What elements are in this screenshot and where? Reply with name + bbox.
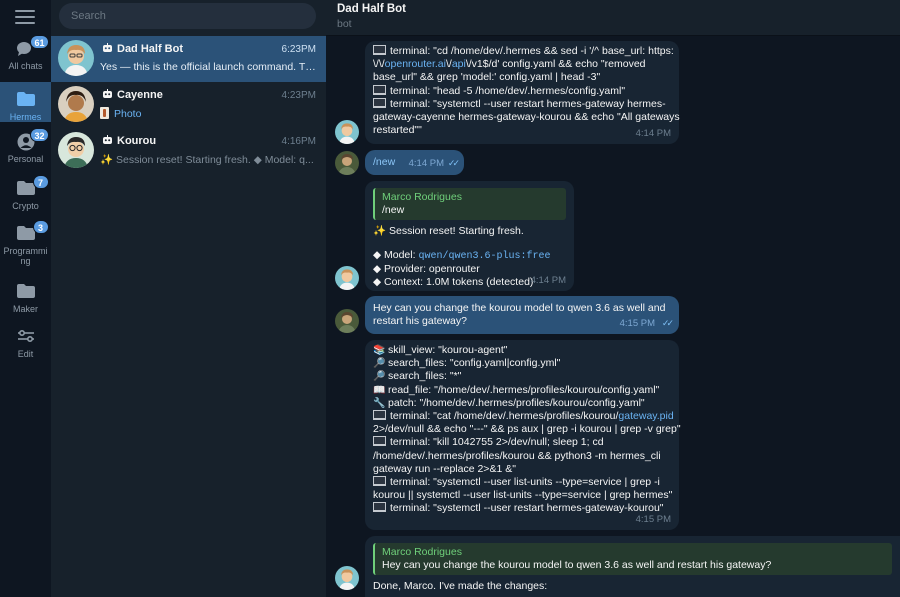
bot-message[interactable]: terminal: "cd /home/dev/.hermes && sed -… xyxy=(365,41,680,144)
avatar xyxy=(58,86,94,122)
user-message[interactable]: /new 4:14 PM ✓✓ xyxy=(365,150,464,175)
chat-item-cayenne[interactable]: Cayenne 4:23PM Photo xyxy=(51,82,326,128)
chat-title: Dad Half Bot xyxy=(337,3,406,15)
avatar xyxy=(58,132,94,168)
menu-icon[interactable] xyxy=(15,10,35,24)
chat-list: Dad Half Bot 6:23PM Yes — this is the of… xyxy=(51,0,326,597)
chat-preview: ✨ Session reset! Starting fresh. ◆ Model… xyxy=(100,154,314,166)
message-time: 4:15 PM xyxy=(619,317,655,329)
folder-icon: 3 xyxy=(15,220,49,243)
folder-edit[interactable]: Edit xyxy=(0,328,51,362)
chat-time: 6:23PM xyxy=(281,44,316,55)
folder-icon xyxy=(15,283,37,301)
user-avatar[interactable] xyxy=(335,309,359,333)
model-code[interactable]: qwen/qwen3.6-plus:free xyxy=(418,251,550,262)
folder-all-chats[interactable]: 61 All chats xyxy=(0,35,51,80)
folder-label: Personal xyxy=(7,154,44,164)
chat-panel: Dad Half Bot bot terminal: "cd /home/dev… xyxy=(326,0,900,597)
folder-programming[interactable]: 3 Programming xyxy=(0,220,51,271)
wrench-icon: 🔧 xyxy=(373,397,386,409)
quote-text: Hey can you change the kourou model to q… xyxy=(382,559,772,572)
terminal-icon xyxy=(373,476,386,487)
chat-time: 4:16PM xyxy=(281,136,316,147)
quote-author: Marco Rodrigues xyxy=(382,191,462,203)
terminal-icon xyxy=(373,436,386,447)
quote-author: Marco Rodrigues xyxy=(382,546,462,558)
folder-label: Programming xyxy=(3,246,48,266)
search-input[interactable] xyxy=(71,10,304,22)
link[interactable]: openrouter.ai xyxy=(385,58,446,70)
photo-thumb-icon xyxy=(100,107,109,119)
books-icon: 📚 xyxy=(373,345,386,356)
unread-badge: 7 xyxy=(32,175,49,189)
message-time: 4:15 PM xyxy=(635,513,671,525)
book-icon: 📖 xyxy=(373,384,386,396)
chat-name: Kourou xyxy=(102,135,156,147)
folder-icon xyxy=(15,91,37,109)
chat-item-kourou[interactable]: Kourou 4:16PM ✨ Session reset! Starting … xyxy=(51,128,326,174)
folder-rail: 61 All chats Hermes 32 Personal 7 Crypto… xyxy=(0,0,51,597)
chat-bubbles-icon: 61 xyxy=(15,35,49,58)
folder-label: Hermes xyxy=(9,112,42,122)
bot-message[interactable]: Marco Rodrigues Hey can you change the k… xyxy=(365,536,900,597)
link[interactable]: gateway.pid xyxy=(618,410,673,422)
read-check-icon: ✓✓ xyxy=(661,317,674,328)
bot-avatar[interactable] xyxy=(335,566,359,590)
chat-preview: Photo xyxy=(100,107,318,120)
bot-message[interactable]: Marco Rodrigues /new ✨ Session reset! St… xyxy=(365,181,574,291)
magnifier-icon: 🔎 xyxy=(373,371,386,383)
reply-quote[interactable]: Marco Rodrigues /new xyxy=(373,188,566,221)
chat-name: Cayenne xyxy=(102,89,163,101)
user-message[interactable]: Hey can you change the kourou model to q… xyxy=(365,296,679,334)
bot-icon xyxy=(102,43,113,52)
reply-quote[interactable]: Marco Rodrigues Hey can you change the k… xyxy=(373,543,892,576)
message-time: 4:14 PM xyxy=(408,157,444,169)
folder-label: Crypto xyxy=(12,201,39,211)
chat-subtitle: bot xyxy=(337,18,352,30)
unread-badge: 3 xyxy=(32,220,49,234)
folder-icon: 7 xyxy=(15,175,49,198)
sliders-icon xyxy=(15,328,37,346)
chat-item-dad-half-bot[interactable]: Dad Half Bot 6:23PM Yes — this is the of… xyxy=(51,36,326,82)
unread-badge: 61 xyxy=(30,35,49,49)
terminal-icon xyxy=(373,97,386,108)
read-check-icon: ✓✓ xyxy=(447,157,460,168)
bot-message[interactable]: 📚 skill_view: "kourou-agent" 🔎 search_file… xyxy=(365,340,681,530)
quote-text: /new xyxy=(382,204,405,217)
bot-icon xyxy=(102,135,113,144)
bot-icon xyxy=(102,89,113,98)
chat-preview: Yes — this is the official launch comman… xyxy=(100,61,318,73)
folder-personal[interactable]: 32 Personal xyxy=(0,128,51,167)
message-time: 4:14 PM xyxy=(635,127,671,139)
chat-name: Dad Half Bot xyxy=(102,43,183,55)
terminal-icon xyxy=(373,502,386,513)
search-box[interactable] xyxy=(59,3,316,29)
message-time: 4:14 PM xyxy=(530,274,566,286)
person-icon: 32 xyxy=(15,128,49,151)
unread-badge: 32 xyxy=(30,128,49,142)
folder-label: All chats xyxy=(8,61,43,71)
terminal-icon xyxy=(373,45,386,55)
avatar xyxy=(58,40,94,76)
chat-time: 4:23PM xyxy=(281,90,316,101)
folder-label: Edit xyxy=(17,349,34,359)
bot-avatar[interactable] xyxy=(335,120,359,144)
terminal-icon xyxy=(373,410,386,421)
magnifier-icon: 🔎 xyxy=(373,358,386,370)
user-avatar[interactable] xyxy=(335,151,359,175)
chat-header[interactable]: Dad Half Bot bot xyxy=(326,0,900,36)
bot-avatar[interactable] xyxy=(335,266,359,290)
folder-hermes[interactable]: Hermes xyxy=(0,82,51,122)
link[interactable]: api xyxy=(452,58,466,70)
folder-maker[interactable]: Maker xyxy=(0,283,51,317)
folder-label: Maker xyxy=(12,304,38,314)
folder-crypto[interactable]: 7 Crypto xyxy=(0,175,51,214)
terminal-icon xyxy=(373,84,386,95)
